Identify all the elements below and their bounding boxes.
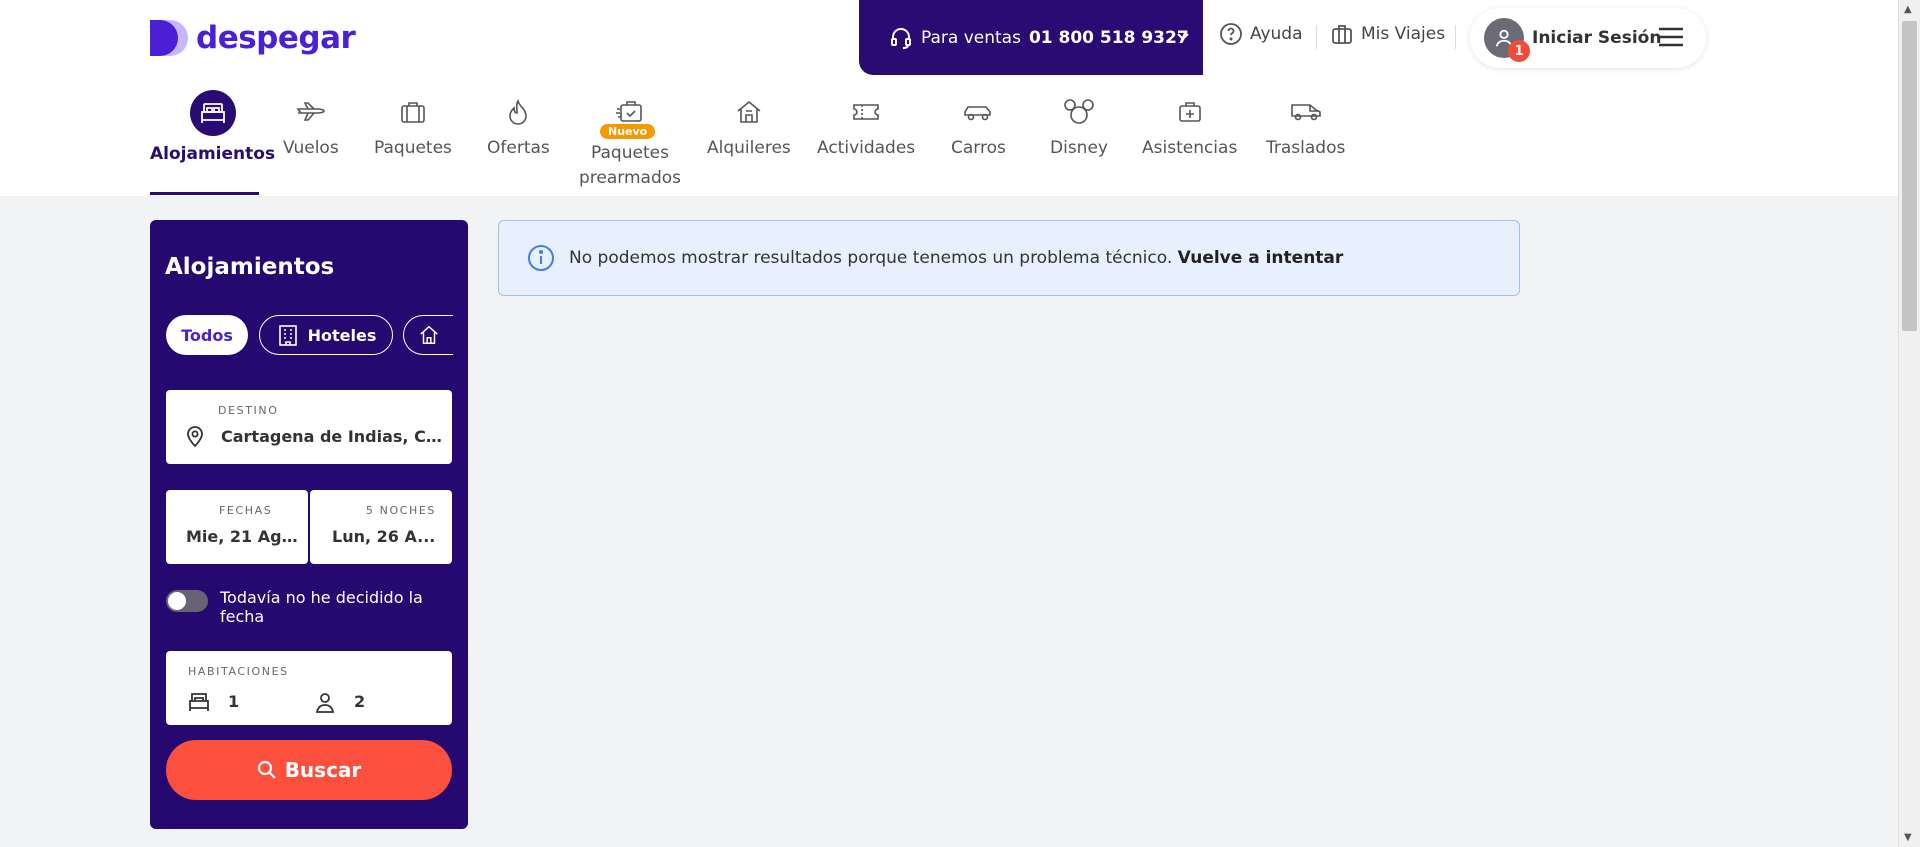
- rooms-value: 1: [228, 692, 240, 711]
- help-label: Ayuda: [1250, 24, 1303, 44]
- active-tab-indicator: [150, 192, 259, 195]
- guests-value: 2: [354, 692, 366, 711]
- scrollbar[interactable]: ▲ ▼: [1898, 0, 1920, 847]
- tab-label: Vuelos: [283, 138, 339, 158]
- tab-carros[interactable]: Carros: [951, 92, 1006, 158]
- search-icon: [257, 760, 276, 779]
- filter-chip-hoteles[interactable]: Hoteles: [259, 315, 393, 355]
- error-alert: No podemos mostrar resultados porque ten…: [498, 220, 1520, 296]
- chevron-down-icon: [1177, 33, 1189, 41]
- checkout-field[interactable]: 5 NOCHES Lun, 26 A...: [310, 490, 452, 564]
- tab-alquileres[interactable]: Alquileres: [707, 92, 791, 158]
- suitcase-icon: [399, 92, 427, 132]
- header-divider: [1455, 25, 1456, 49]
- my-trips-link[interactable]: Mis Viajes: [1330, 22, 1445, 46]
- van-icon: [1290, 92, 1322, 132]
- plane-icon: [296, 92, 326, 132]
- location-pin-icon: [187, 426, 203, 448]
- search-button-label: Buscar: [284, 758, 362, 782]
- tab-label: Alquileres: [707, 138, 791, 158]
- alert-message-wrap: No podemos mostrar resultados porque ten…: [569, 248, 1343, 268]
- retry-link[interactable]: Vuelve a intentar: [1178, 248, 1344, 268]
- sales-prefix: Para ventas: [921, 27, 1021, 48]
- luggage-icon: [1332, 25, 1352, 44]
- checkout-value: Lun, 26 A...: [332, 527, 436, 546]
- help-link[interactable]: Ayuda: [1219, 22, 1303, 46]
- destination-value: Cartagena de Indias, Co...: [221, 427, 443, 446]
- logo-mark-icon: [150, 20, 188, 56]
- tab-traslados[interactable]: Traslados: [1266, 92, 1345, 158]
- tab-paquetes[interactable]: Paquetes: [374, 92, 452, 158]
- tab-alojamientos[interactable]: Alojamientos: [150, 90, 276, 164]
- login-button[interactable]: 1 Iniciar Sesión: [1470, 8, 1706, 68]
- search-panel-title: Alojamientos: [165, 254, 335, 280]
- avatar: 1: [1484, 18, 1530, 62]
- tab-label: Paquetes prearmados: [579, 143, 681, 188]
- car-icon: [962, 92, 994, 132]
- undecided-date-toggle[interactable]: [166, 590, 208, 612]
- new-badge: Nuevo: [600, 124, 656, 139]
- building-icon: [278, 325, 297, 346]
- rooms-field[interactable]: HABITACIONES 1 2: [166, 651, 452, 725]
- person-icon: [315, 693, 335, 713]
- hamburger-menu-icon[interactable]: [1658, 26, 1684, 48]
- tab-label: Traslados: [1266, 138, 1346, 158]
- destination-field[interactable]: DESTINO Cartagena de Indias, Co...: [166, 390, 452, 464]
- filter-chip-label: Hoteles: [307, 325, 377, 345]
- rooms-label: HABITACIONES: [188, 665, 289, 678]
- tab-asistencias[interactable]: Asistencias: [1142, 92, 1237, 158]
- login-label: Iniciar Sesión: [1532, 28, 1662, 48]
- dates-label: FECHAS: [219, 504, 273, 517]
- tab-label: Actividades: [817, 138, 916, 158]
- bed-icon: [189, 90, 236, 136]
- headset-icon: [891, 27, 911, 49]
- alert-message: No podemos mostrar resultados porque ten…: [569, 248, 1173, 268]
- header-divider: [1316, 25, 1317, 49]
- medkit-icon: [1176, 92, 1204, 132]
- scroll-up-icon[interactable]: ▲: [1904, 4, 1912, 15]
- sales-phone-number: 01 800 518 9327: [1028, 27, 1189, 48]
- logo-text: despegar: [196, 20, 356, 56]
- info-icon: [528, 245, 554, 271]
- filter-chip-todos[interactable]: Todos: [166, 315, 248, 355]
- bed-icon: [189, 693, 209, 711]
- tab-label: Alojamientos: [150, 144, 276, 164]
- nights-label: 5 NOCHES: [365, 504, 436, 517]
- tab-vuelos[interactable]: Vuelos: [283, 92, 339, 158]
- header: despegar Para ventas 01 800 518 9327 Ayu…: [0, 0, 1898, 196]
- my-trips-label: Mis Viajes: [1361, 24, 1446, 44]
- mickey-icon: [1063, 92, 1095, 132]
- tab-label: Asistencias: [1142, 138, 1238, 158]
- scroll-down-icon[interactable]: ▼: [1904, 832, 1912, 843]
- checkin-field[interactable]: FECHAS Mie, 21 Ag...: [166, 490, 308, 564]
- search-button[interactable]: Buscar: [166, 740, 452, 800]
- house-icon: [419, 325, 438, 344]
- flame-icon: [506, 92, 530, 132]
- house-icon: [735, 92, 763, 132]
- tab-label: Ofertas: [487, 138, 550, 158]
- tab-label: Carros: [951, 138, 1006, 158]
- tab-paquetes-prearmados[interactable]: Paquetes prearmados: [579, 92, 681, 191]
- sales-phone-button[interactable]: Para ventas 01 800 518 9327: [859, 0, 1203, 75]
- undecided-date-label: Todavía no he decidido la fecha: [220, 588, 423, 626]
- tab-label: Paquetes: [374, 138, 452, 158]
- checkin-value: Mie, 21 Ag...: [186, 527, 298, 546]
- search-panel: Alojamientos Todos Hoteles DESTINO Carta…: [150, 220, 468, 829]
- notification-badge: 1: [1508, 40, 1530, 62]
- filter-chip-label: Todos: [181, 325, 233, 345]
- scrollbar-thumb[interactable]: [1902, 21, 1917, 331]
- tab-label: Disney: [1050, 138, 1108, 158]
- ticket-icon: [851, 92, 881, 132]
- despegar-logo[interactable]: despegar: [150, 18, 356, 58]
- tab-actividades[interactable]: Actividades: [817, 92, 915, 158]
- tab-disney[interactable]: Disney: [1050, 92, 1108, 158]
- filter-chip-partial[interactable]: [403, 315, 453, 355]
- help-icon: [1220, 23, 1242, 45]
- tab-ofertas[interactable]: Ofertas: [487, 92, 550, 158]
- destination-label: DESTINO: [218, 404, 279, 417]
